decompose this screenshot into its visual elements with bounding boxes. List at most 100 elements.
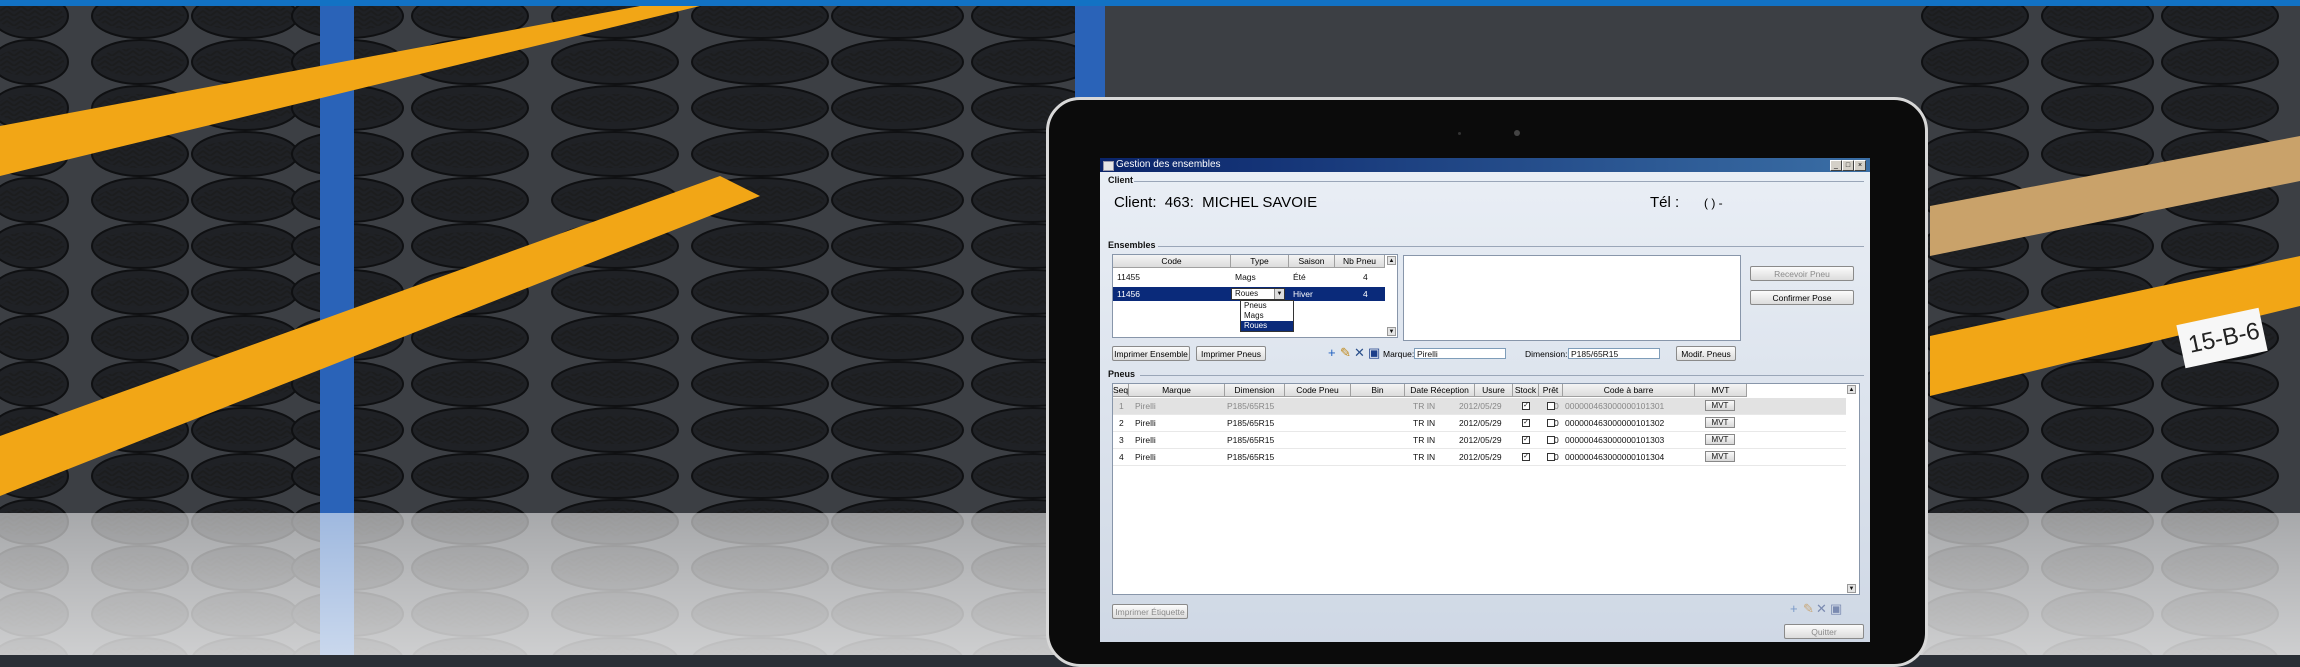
stock-checkbox[interactable]: ✓: [1522, 419, 1530, 427]
pneu-row[interactable]: 4 Pirelli P185/65R15 TR IN 2012/05/29 0 000000…: [1113, 449, 1846, 466]
type-option[interactable]: Mags: [1241, 311, 1293, 321]
tire-tread: [836, 278, 959, 306]
tire-tread: [2046, 140, 2149, 168]
tire-tread: [2046, 416, 2149, 444]
pneu-date-reception: 2012/05/29: [1459, 401, 1502, 411]
col-header-marque[interactable]: Marque: [1129, 384, 1225, 397]
pret-checkbox[interactable]: [1547, 436, 1555, 444]
client-name: MICHEL SAVOIE: [1202, 194, 1318, 211]
type-option-selected[interactable]: Roues: [1241, 321, 1293, 331]
col-header-stock[interactable]: Stock: [1513, 384, 1539, 397]
maximize-icon[interactable]: □: [1842, 160, 1854, 171]
add-icon[interactable]: +: [1328, 346, 1336, 359]
type-combobox[interactable]: Roues ▼: [1231, 288, 1285, 300]
type-option[interactable]: Pneus: [1241, 301, 1293, 311]
tire-tread: [556, 48, 674, 76]
modif-pneus-button[interactable]: Modif. Pneus: [1676, 346, 1736, 361]
save-icon[interactable]: ▣: [1830, 602, 1842, 615]
tire-tread: [416, 140, 524, 168]
receive-pneu-button[interactable]: Recevoir Pneu: [1750, 266, 1854, 281]
minimize-icon[interactable]: _: [1830, 160, 1842, 171]
print-label-button[interactable]: Imprimer Étiquette: [1112, 604, 1188, 619]
col-header-saison[interactable]: Saison: [1289, 255, 1335, 268]
chevron-down-icon[interactable]: ▼: [1274, 289, 1284, 299]
stock-checkbox[interactable]: ✓: [1522, 402, 1530, 410]
pret-checkbox[interactable]: [1547, 402, 1555, 410]
print-pneus-button[interactable]: Imprimer Pneus: [1196, 346, 1266, 361]
edit-icon[interactable]: ✎: [1803, 602, 1814, 615]
tire-tread: [1926, 462, 2024, 490]
tire-tread: [196, 462, 294, 490]
tire-tread: [96, 278, 184, 306]
pneu-row[interactable]: 2 Pirelli P185/65R15 TR IN 2012/05/29 0 000000…: [1113, 415, 1846, 432]
tire-tread: [96, 324, 184, 352]
quit-button[interactable]: Quitter: [1784, 624, 1864, 639]
col-header-type[interactable]: Type: [1231, 255, 1289, 268]
col-header-mvt[interactable]: MVT: [1695, 384, 1747, 397]
pneu-seq: 2: [1119, 418, 1124, 428]
pneu-row[interactable]: 1 Pirelli P185/65R15 TR IN 2012/05/29 0 000000…: [1113, 398, 1846, 415]
tire-tread: [96, 186, 184, 214]
mvt-button[interactable]: MVT: [1705, 434, 1735, 445]
pneu-date-reception: 2012/05/29: [1459, 452, 1502, 462]
edit-icon[interactable]: ✎: [1340, 346, 1351, 359]
pneu-seq: 3: [1119, 435, 1124, 445]
pneu-row[interactable]: 3 Pirelli P185/65R15 TR IN 2012/05/29 0 000000…: [1113, 432, 1846, 449]
stock-checkbox[interactable]: ✓: [1522, 453, 1530, 461]
mvt-button[interactable]: MVT: [1705, 451, 1735, 462]
ensemble-notes-area[interactable]: [1403, 255, 1741, 341]
col-header-code-barre[interactable]: Code à barre: [1563, 384, 1695, 397]
pret-checkbox[interactable]: [1547, 419, 1555, 427]
col-header-dimension[interactable]: Dimension: [1225, 384, 1285, 397]
window-titlebar[interactable]: Gestion des ensembles _ □ ×: [1100, 158, 1870, 172]
ensemble-nb: 4: [1363, 289, 1368, 299]
tel-value: ( ) -: [1704, 196, 1723, 210]
col-header-bin[interactable]: Bin: [1351, 384, 1405, 397]
save-icon[interactable]: ▣: [1368, 346, 1380, 359]
col-header-code[interactable]: Code: [1113, 255, 1231, 268]
tire-tread: [696, 94, 824, 122]
col-header-pret[interactable]: Prêt: [1539, 384, 1563, 397]
scroll-down-icon[interactable]: ▼: [1847, 584, 1856, 593]
scroll-down-icon[interactable]: ▼: [1387, 327, 1396, 336]
pneu-bin: TR IN: [1413, 452, 1436, 462]
pret-checkbox[interactable]: [1547, 453, 1555, 461]
col-header-code-pneu[interactable]: Code Pneu: [1285, 384, 1351, 397]
col-header-nb-pneu[interactable]: Nb Pneu: [1335, 255, 1385, 268]
delete-icon[interactable]: ✕: [1816, 602, 1827, 615]
type-dropdown-list[interactable]: Pneus Mags Roues: [1240, 300, 1294, 332]
marque-field[interactable]: Pirelli: [1414, 348, 1506, 359]
tire-tread: [96, 232, 184, 260]
tire-tread: [2046, 462, 2149, 490]
tire-tread: [836, 232, 959, 260]
scroll-up-icon[interactable]: ▲: [1847, 385, 1856, 394]
ensemble-nb: 4: [1363, 272, 1368, 282]
tire-tread: [2166, 94, 2274, 122]
col-header-date-reception[interactable]: Date Réception: [1405, 384, 1475, 397]
pneu-seq: 4: [1119, 452, 1124, 462]
col-header-seq[interactable]: Seq: [1113, 384, 1129, 397]
tire-tread: [696, 232, 824, 260]
close-icon[interactable]: ×: [1854, 160, 1866, 171]
confirm-pose-button[interactable]: Confirmer Pose: [1750, 290, 1854, 305]
dimension-field[interactable]: P185/65R15: [1568, 348, 1660, 359]
pneus-grid[interactable]: Seq Marque Dimension Code Pneu Bin Date …: [1112, 383, 1860, 595]
tire-tread: [836, 94, 959, 122]
add-icon[interactable]: +: [1790, 602, 1798, 615]
delete-icon[interactable]: ✕: [1354, 346, 1365, 359]
tire-tread: [2166, 48, 2274, 76]
ensemble-code: 11455: [1117, 272, 1141, 282]
tire-tread: [196, 416, 294, 444]
col-header-usure[interactable]: Usure: [1475, 384, 1513, 397]
mvt-button[interactable]: MVT: [1705, 400, 1735, 411]
stock-checkbox[interactable]: ✓: [1522, 436, 1530, 444]
tire-tread: [416, 462, 524, 490]
scroll-up-icon[interactable]: ▲: [1387, 256, 1396, 265]
mvt-button[interactable]: MVT: [1705, 417, 1735, 428]
print-ensemble-button[interactable]: Imprimer Ensemble: [1112, 346, 1190, 361]
tire-tread: [2166, 370, 2274, 398]
tire-tread: [696, 416, 824, 444]
tire-tread: [556, 462, 674, 490]
window-title: Gestion des ensembles: [1116, 159, 1221, 170]
tire-tread: [556, 416, 674, 444]
